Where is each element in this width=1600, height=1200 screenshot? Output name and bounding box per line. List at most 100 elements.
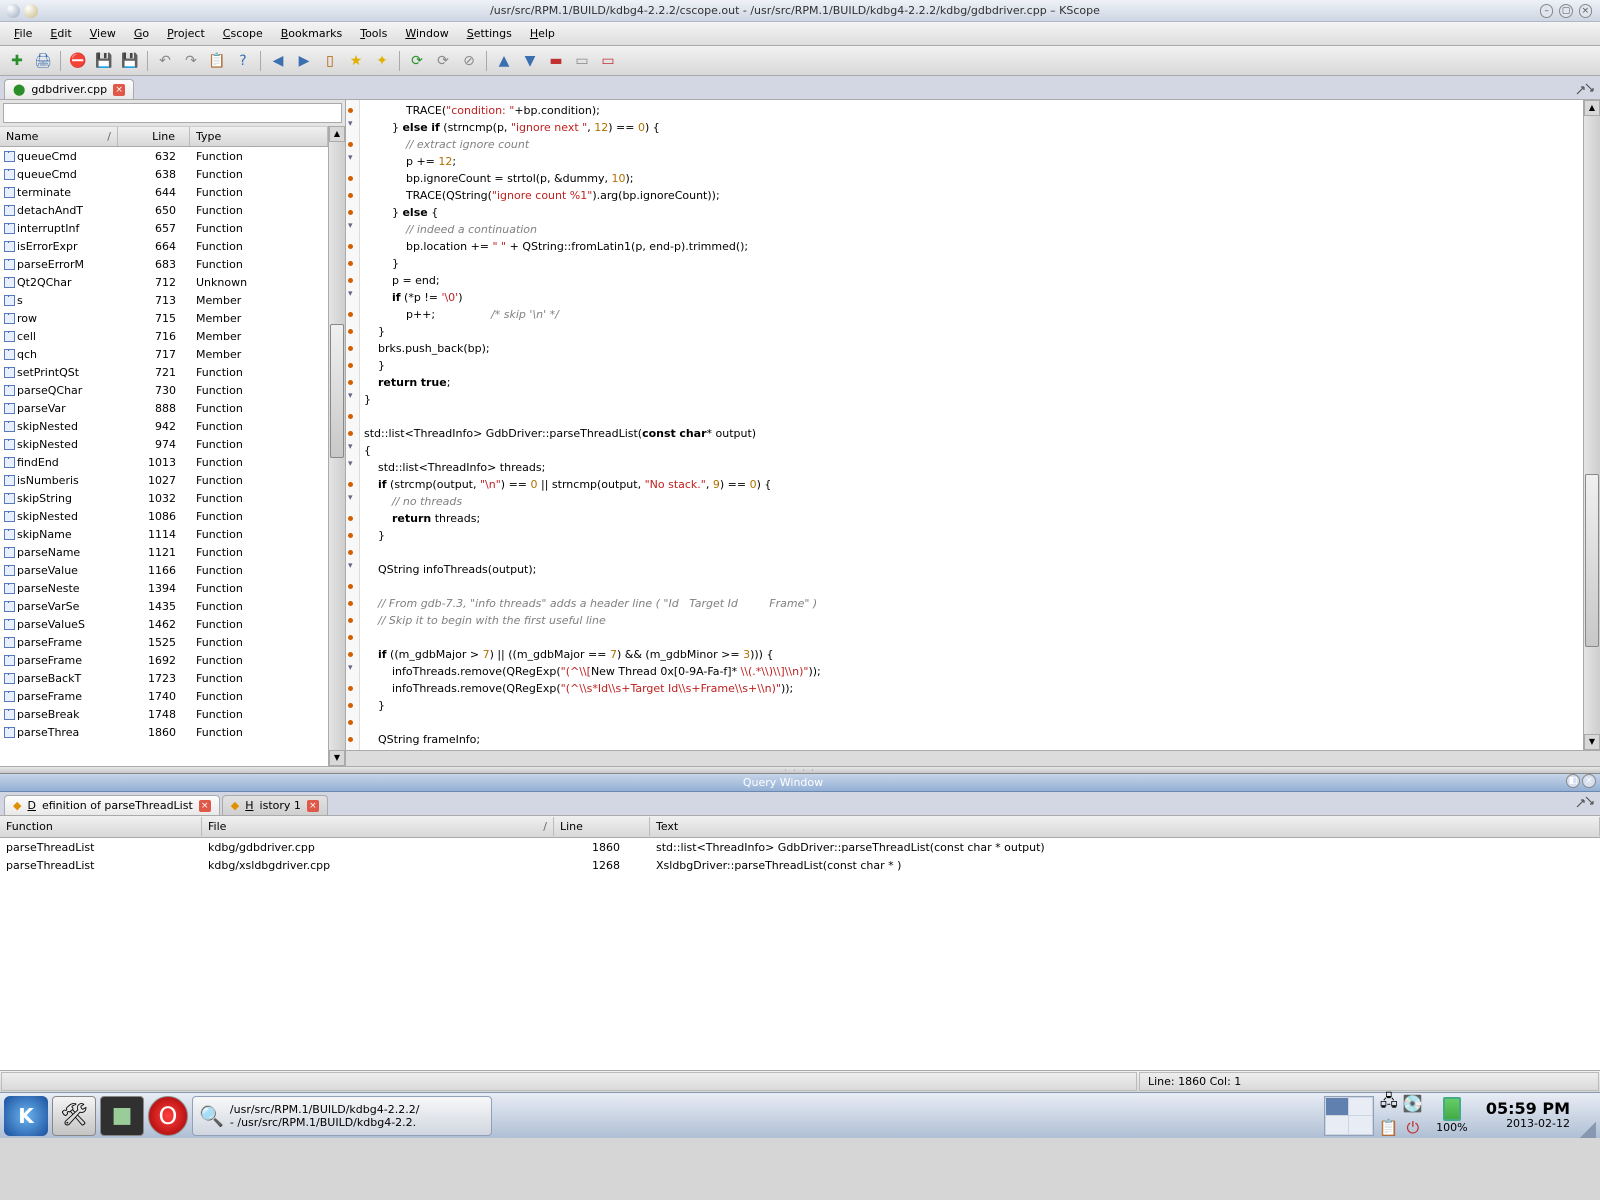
symbol-row[interactable]: qch717Member <box>0 345 328 363</box>
taskbar-clock[interactable]: 05:59 PM 2013-02-12 <box>1480 1099 1576 1133</box>
maximize-button[interactable]: ▢ <box>1559 4 1572 18</box>
undo-icon[interactable]: ↶ <box>154 50 176 72</box>
menu-edit[interactable]: Edit <box>42 24 79 43</box>
cancel-icon[interactable]: ⊘ <box>458 50 480 72</box>
new-bookmark-icon[interactable]: ✦ <box>371 50 393 72</box>
query-detach-icon[interactable]: ◧ <box>1566 774 1580 788</box>
minimize-button[interactable]: – <box>1540 4 1553 18</box>
query-results[interactable]: parseThreadListkdbg/gdbdriver.cpp1860std… <box>0 838 1600 1070</box>
menu-tools[interactable]: Tools <box>352 24 395 43</box>
symbol-row[interactable]: queueCmd632Function <box>0 147 328 165</box>
menu-view[interactable]: View <box>82 24 124 43</box>
battery-tray-icon[interactable]: 100% <box>1430 1096 1474 1136</box>
menu-cscope[interactable]: Cscope <box>215 24 271 43</box>
remove-mark-icon[interactable]: ▬ <box>545 50 567 72</box>
symbol-row[interactable]: parseQChar730Function <box>0 381 328 399</box>
qcol-function[interactable]: Function <box>0 817 202 836</box>
forward-icon[interactable]: ▶ <box>293 50 315 72</box>
symbol-row[interactable]: skipNested974Function <box>0 435 328 453</box>
query-row[interactable]: parseThreadListkdbg/xsldbgdriver.cpp1268… <box>0 856 1600 874</box>
symbol-row[interactable]: interruptInf657Function <box>0 219 328 237</box>
scroll-down-icon[interactable]: ▼ <box>329 750 345 766</box>
editor-scrollbar[interactable]: ▲ ▼ <box>1583 100 1600 750</box>
symbol-row[interactable]: parseBreak1748Function <box>0 705 328 723</box>
col-type[interactable]: Type <box>190 127 328 146</box>
code-area[interactable]: TRACE("condition: "+bp.condition); } els… <box>360 100 1583 750</box>
storage-tray-icon[interactable]: 💽 <box>1402 1093 1424 1115</box>
symbol-row[interactable]: cell716Member <box>0 327 328 345</box>
symbol-row[interactable]: skipNested1086Function <box>0 507 328 525</box>
query-close-icon[interactable]: × <box>1582 774 1596 788</box>
close-button[interactable]: × <box>1579 4 1592 18</box>
qcol-text[interactable]: Text <box>650 817 1600 836</box>
symbol-row[interactable]: parseThrea1860Function <box>0 723 328 741</box>
symbol-row[interactable]: parseErrorM683Function <box>0 255 328 273</box>
reload-grey-icon[interactable]: ⟳ <box>432 50 454 72</box>
symbol-row[interactable]: queueCmd638Function <box>0 165 328 183</box>
down-icon[interactable]: ▼ <box>519 50 541 72</box>
power-tray-icon[interactable]: ⏻ <box>1402 1117 1424 1139</box>
menu-settings[interactable]: Settings <box>459 24 520 43</box>
symbol-row[interactable]: parseVarSe1435Function <box>0 597 328 615</box>
up-icon[interactable]: ▲ <box>493 50 515 72</box>
symbol-row[interactable]: parseValueS1462Function <box>0 615 328 633</box>
symbol-row[interactable]: parseFrame1740Function <box>0 687 328 705</box>
reload-icon[interactable]: ⟳ <box>406 50 428 72</box>
editor-hscrollbar[interactable] <box>346 750 1600 766</box>
mark-icon[interactable]: ▯ <box>319 50 341 72</box>
menu-bookmarks[interactable]: Bookmarks <box>273 24 350 43</box>
open-icon[interactable]: 🖨 <box>32 50 54 72</box>
splitter[interactable]: · · · · <box>0 766 1600 774</box>
network-tray-icon[interactable]: 🖧 <box>1378 1093 1400 1115</box>
symbol-row[interactable]: parseNeste1394Function <box>0 579 328 597</box>
symbol-row[interactable]: parseValue1166Function <box>0 561 328 579</box>
symbol-row[interactable]: skipString1032Function <box>0 489 328 507</box>
query-row[interactable]: parseThreadListkdbg/gdbdriver.cpp1860std… <box>0 838 1600 856</box>
symbol-row[interactable]: parseFrame1525Function <box>0 633 328 651</box>
help-icon[interactable]: ? <box>232 50 254 72</box>
symbol-row[interactable]: parseName1121Function <box>0 543 328 561</box>
expand-tabs-icon[interactable] <box>1576 796 1594 811</box>
bookmark-icon[interactable]: ★ <box>345 50 367 72</box>
code-editor[interactable]: ▾▾▾▾▾▾▾▾▾▾ TRACE("condition: "+bp.condit… <box>346 100 1600 766</box>
file-tab[interactable]: ⬤ gdbdriver.cpp × <box>4 79 134 99</box>
kmenu-icon[interactable]: K <box>4 1096 48 1136</box>
col-line[interactable]: Line <box>118 127 190 146</box>
clipboard-tray-icon[interactable]: 📋 <box>1378 1117 1400 1139</box>
symbol-row[interactable]: row715Member <box>0 309 328 327</box>
qcol-file[interactable]: File/ <box>202 817 554 836</box>
symbol-scrollbar[interactable]: ▲ ▼ <box>328 126 345 766</box>
menu-go[interactable]: Go <box>126 24 157 43</box>
symbol-row[interactable]: parseVar888Function <box>0 399 328 417</box>
desktop-pager[interactable] <box>1324 1096 1374 1136</box>
symbol-row[interactable]: setPrintQSt721Function <box>0 363 328 381</box>
menu-window[interactable]: Window <box>397 24 456 43</box>
symbol-row[interactable]: terminate644Function <box>0 183 328 201</box>
query-tab[interactable]: ◆ History 1 × <box>222 795 328 815</box>
expand-tabs-icon[interactable] <box>1576 83 1594 95</box>
terminal-icon[interactable]: ■ <box>100 1096 144 1136</box>
close-tab-icon[interactable]: × <box>199 800 211 812</box>
back-icon[interactable]: ◀ <box>267 50 289 72</box>
taskbar-entry[interactable]: 🔍 /usr/src/RPM.1/BUILD/kdbg4-2.2.2/ - /u… <box>192 1096 492 1136</box>
symbol-row[interactable]: s713Member <box>0 291 328 309</box>
symbol-row[interactable]: parseBackT1723Function <box>0 669 328 687</box>
resize-grip[interactable] <box>1580 1122 1596 1138</box>
scroll-up-icon[interactable]: ▲ <box>1584 100 1600 116</box>
stop-icon[interactable]: ⛔ <box>67 50 89 72</box>
tools-icon[interactable]: 🛠 <box>52 1096 96 1136</box>
remove-panel-icon[interactable]: ▭ <box>597 50 619 72</box>
col-name[interactable]: Name/ <box>0 127 118 146</box>
scroll-up-icon[interactable]: ▲ <box>329 126 345 142</box>
redo-icon[interactable]: ↷ <box>180 50 202 72</box>
opera-icon[interactable]: O <box>148 1096 188 1136</box>
symbol-row[interactable]: detachAndT650Function <box>0 201 328 219</box>
save-icon[interactable]: 💾 <box>93 50 115 72</box>
symbol-row[interactable]: findEnd1013Function <box>0 453 328 471</box>
symbol-row[interactable]: skipName1114Function <box>0 525 328 543</box>
close-tab-icon[interactable]: × <box>307 800 319 812</box>
fold-column[interactable]: ▾▾▾▾▾▾▾▾▾▾ <box>346 100 360 750</box>
close-tab-icon[interactable]: × <box>113 84 125 96</box>
menu-file[interactable]: File <box>6 24 40 43</box>
symbol-row[interactable]: isErrorExpr664Function <box>0 237 328 255</box>
